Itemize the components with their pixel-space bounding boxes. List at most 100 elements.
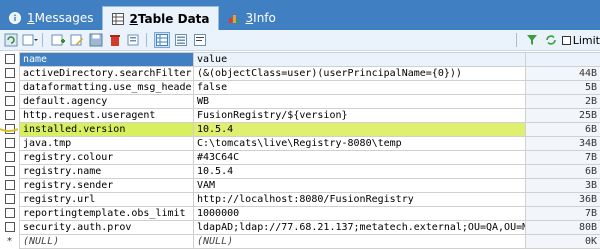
cell-size[interactable]: 3B [526, 179, 600, 193]
row-selector[interactable] [0, 108, 19, 122]
grid-view-icon[interactable] [154, 32, 170, 48]
cell-name[interactable]: security.auth.prov [20, 221, 194, 235]
column-header-name[interactable]: name [20, 53, 194, 67]
dropdown-view-icon[interactable] [22, 32, 38, 48]
row-checkbox[interactable] [5, 152, 15, 162]
cell-value[interactable]: C:\tomcats\live\Registry-8080\temp [194, 137, 526, 151]
row-checkbox[interactable] [5, 96, 15, 106]
cell-value[interactable]: 1000000 [194, 207, 526, 221]
cell-name[interactable]: registry.sender [20, 179, 194, 193]
cell-name[interactable]: http.request.useragent [20, 109, 194, 123]
cell-value[interactable]: FusionRegistry/${version} [194, 109, 526, 123]
cell-size[interactable]: 34B [526, 137, 600, 151]
table-row[interactable]: http.request.useragentFusionRegistry/${v… [20, 109, 600, 123]
cell-value[interactable]: WB [194, 95, 526, 109]
table-row[interactable]: installed.version10.5.46B [20, 123, 600, 137]
table-row[interactable]: default.agencyWB2B [20, 95, 600, 109]
table-row[interactable]: (NULL)(NULL)0K [20, 235, 600, 249]
table-row[interactable]: registry.name10.5.46B [20, 165, 600, 179]
form-view-icon[interactable] [173, 32, 189, 48]
text-view-icon[interactable] [192, 32, 208, 48]
row-checkbox[interactable] [5, 208, 15, 218]
select-all-checkbox[interactable] [5, 54, 15, 64]
delete-icon[interactable] [107, 32, 123, 48]
column-header-size[interactable] [526, 53, 600, 67]
cell-name[interactable]: registry.url [20, 193, 194, 207]
table-row[interactable]: security.auth.provldapAD;ldap://77.68.21… [20, 221, 600, 235]
row-checkbox[interactable] [5, 194, 15, 204]
save-icon[interactable] [88, 32, 104, 48]
row-selector[interactable] [0, 164, 19, 178]
add-row-icon[interactable] [50, 32, 66, 48]
limit-label: Limit [573, 34, 600, 47]
cell-size[interactable]: 25B [526, 109, 600, 123]
row-selector[interactable] [0, 178, 19, 192]
row-checkbox[interactable] [5, 68, 15, 78]
cell-value[interactable]: 10.5.4 [194, 165, 526, 179]
row-checkbox[interactable] [5, 222, 15, 232]
cell-name[interactable]: registry.name [20, 165, 194, 179]
cell-value[interactable]: #43C64C [194, 151, 526, 165]
cell-size[interactable]: 6B [526, 123, 600, 137]
row-checkbox[interactable] [5, 166, 15, 176]
tab-info[interactable]: 3 Info [219, 6, 284, 30]
funnel-icon[interactable] [524, 32, 540, 48]
tab-messages[interactable]: 1 Messages [0, 6, 102, 30]
cell-size[interactable]: 44B [526, 67, 600, 81]
table-row[interactable]: dataformatting.use_msg_headerfalse5B [20, 81, 600, 95]
row-selector[interactable]: * [0, 234, 19, 248]
row-selector[interactable] [0, 136, 19, 150]
row-selector[interactable] [0, 192, 19, 206]
cell-value[interactable]: (NULL) [194, 235, 526, 249]
cell-name[interactable]: java.tmp [20, 137, 194, 151]
cell-size[interactable]: 80B [526, 221, 600, 235]
cell-size[interactable]: 7B [526, 207, 600, 221]
limit-checkbox[interactable] [562, 36, 571, 45]
cell-value[interactable]: (&(objectClass=user)(userPrincipalName={… [194, 67, 526, 81]
cell-size[interactable]: 5B [526, 81, 600, 95]
cell-value[interactable]: false [194, 81, 526, 95]
cell-name[interactable]: activeDirectory.searchFilter [20, 67, 194, 81]
cell-size[interactable]: 2B [526, 95, 600, 109]
cell-name[interactable]: default.agency [20, 95, 194, 109]
row-selector[interactable] [0, 220, 19, 234]
table-row[interactable]: registry.colour#43C64C7B [20, 151, 600, 165]
column-header-value[interactable]: value [194, 53, 526, 67]
table-row[interactable]: registry.urlhttp://localhost:8080/Fusion… [20, 193, 600, 207]
tab-table-data[interactable]: 2 Table Data [102, 6, 219, 30]
table-row[interactable]: reportingtemplate.obs_limit10000007B [20, 207, 600, 221]
row-selector[interactable] [0, 66, 19, 80]
row-selector[interactable] [0, 94, 19, 108]
cell-name[interactable]: registry.colour [20, 151, 194, 165]
row-checkbox[interactable] [5, 138, 15, 148]
row-selector[interactable] [0, 80, 19, 94]
cell-size[interactable]: 36B [526, 193, 600, 207]
cell-value[interactable]: 10.5.4 [194, 123, 526, 137]
filter-grid-icon[interactable] [126, 32, 142, 48]
edit-row-icon[interactable] [69, 32, 85, 48]
cell-value[interactable]: ldapAD;ldap://77.68.21.137;metatech.exte… [194, 221, 526, 235]
cell-name[interactable]: reportingtemplate.obs_limit [20, 207, 194, 221]
cell-size[interactable]: 6B [526, 165, 600, 179]
sync-icon[interactable] [543, 32, 559, 48]
cell-size[interactable]: 7B [526, 151, 600, 165]
row-checkbox[interactable] [5, 180, 15, 190]
row-selector[interactable] [0, 206, 19, 220]
cell-name[interactable]: (NULL) [20, 235, 194, 249]
cell-size[interactable]: 0K [526, 235, 600, 249]
cell-name[interactable]: dataformatting.use_msg_header [20, 81, 194, 95]
row-selector[interactable] [0, 150, 19, 164]
row-checkbox[interactable] [5, 82, 15, 92]
info-icon [8, 11, 22, 25]
table-row[interactable]: java.tmpC:\tomcats\live\Registry-8080\te… [20, 137, 600, 151]
limit-toggle[interactable]: Limit [562, 34, 600, 47]
highlight-callout [0, 124, 18, 134]
cell-name[interactable]: installed.version [20, 123, 194, 137]
refresh-icon[interactable] [3, 32, 19, 48]
cell-value[interactable]: http://localhost:8080/FusionRegistry [194, 193, 526, 207]
cell-value[interactable]: VAM [194, 179, 526, 193]
table-row[interactable]: registry.senderVAM3B [20, 179, 600, 193]
table-row[interactable]: activeDirectory.searchFilter(&(objectCla… [20, 67, 600, 81]
row-checkbox[interactable] [5, 110, 15, 120]
tab-info-label: Info [253, 11, 276, 25]
